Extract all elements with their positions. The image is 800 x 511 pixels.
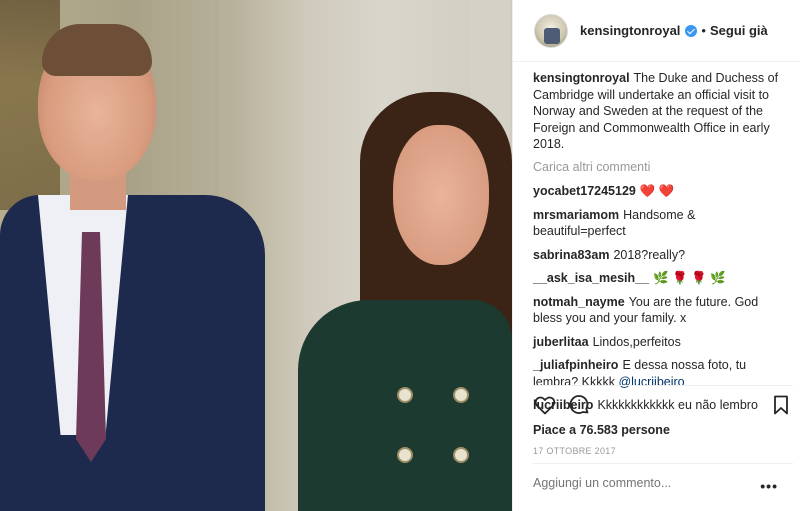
verified-badge-icon xyxy=(685,24,698,37)
photo-woman-face xyxy=(393,125,489,265)
comment-username[interactable]: __ask_isa_mesih__ xyxy=(533,271,649,285)
bookmark-icon[interactable] xyxy=(769,393,793,417)
comment-text: 🌿 🌹 🌹 🌿 xyxy=(653,271,726,285)
post-actions xyxy=(533,393,793,419)
list-item: mrsmariamom Handsome & beautiful=perfect xyxy=(533,207,789,240)
comment-username[interactable]: mrsmariamom xyxy=(533,208,619,222)
photo-woman-coat xyxy=(298,300,512,511)
comment-username[interactable]: yocabet17245129 xyxy=(533,184,636,198)
comment-username[interactable]: juberlitaa xyxy=(533,335,589,349)
photo-man-hair xyxy=(42,24,152,76)
caption-username[interactable]: kensingtonroyal xyxy=(533,71,630,85)
list-item: sabrina83am 2018?really? xyxy=(533,247,789,264)
header-separator: • xyxy=(701,23,706,38)
avatar[interactable] xyxy=(534,13,568,48)
comment-username[interactable]: sabrina83am xyxy=(533,248,609,262)
comment-username[interactable]: notmah_nayme xyxy=(533,295,625,309)
list-item: __ask_isa_mesih__ 🌿 🌹 🌹 🌿 xyxy=(533,270,789,287)
post-header: kensingtonroyal • Segui già xyxy=(513,0,800,62)
more-icon[interactable]: ••• xyxy=(760,478,778,494)
add-comment-input[interactable] xyxy=(533,476,763,490)
divider xyxy=(533,385,793,386)
header-username[interactable]: kensingtonroyal xyxy=(580,23,680,38)
comment-icon[interactable] xyxy=(567,393,591,417)
list-item: notmah_nayme You are the future. God bles… xyxy=(533,294,789,327)
list-item: yocabet17245129 ❤️ ❤️ xyxy=(533,183,789,200)
coat-button xyxy=(397,447,413,463)
comment-mention-link[interactable]: @lucriibeiro xyxy=(618,375,684,389)
comments-list: kensingtonroyal The Duke and Duchess of C… xyxy=(533,70,789,421)
comment-text: ❤️ ❤️ xyxy=(639,184,675,198)
comment-username[interactable]: _juliafpinheiro xyxy=(533,358,618,372)
post-photo[interactable] xyxy=(0,0,512,511)
likes-count[interactable]: Piace a 76.583 persone xyxy=(533,423,670,437)
comment-text: 2018?really? xyxy=(613,247,686,262)
post-date: 17 OTTOBRE 2017 xyxy=(533,446,616,456)
heart-icon[interactable] xyxy=(533,393,557,417)
comment-text: Lindos,perfeitos xyxy=(592,334,681,349)
load-more-comments-button[interactable]: Carica altri commenti xyxy=(533,159,789,176)
list-item: juberlitaa Lindos,perfeitos xyxy=(533,334,789,351)
coat-button xyxy=(453,387,469,403)
post-caption: kensingtonroyal The Duke and Duchess of C… xyxy=(533,70,789,153)
post-sidebar: kensingtonroyal • Segui già kensingtonro… xyxy=(512,0,800,511)
photo-man-jacket xyxy=(0,195,265,511)
follow-button[interactable]: Segui già xyxy=(710,23,768,38)
coat-button xyxy=(397,387,413,403)
coat-button xyxy=(453,447,469,463)
divider xyxy=(533,463,793,464)
